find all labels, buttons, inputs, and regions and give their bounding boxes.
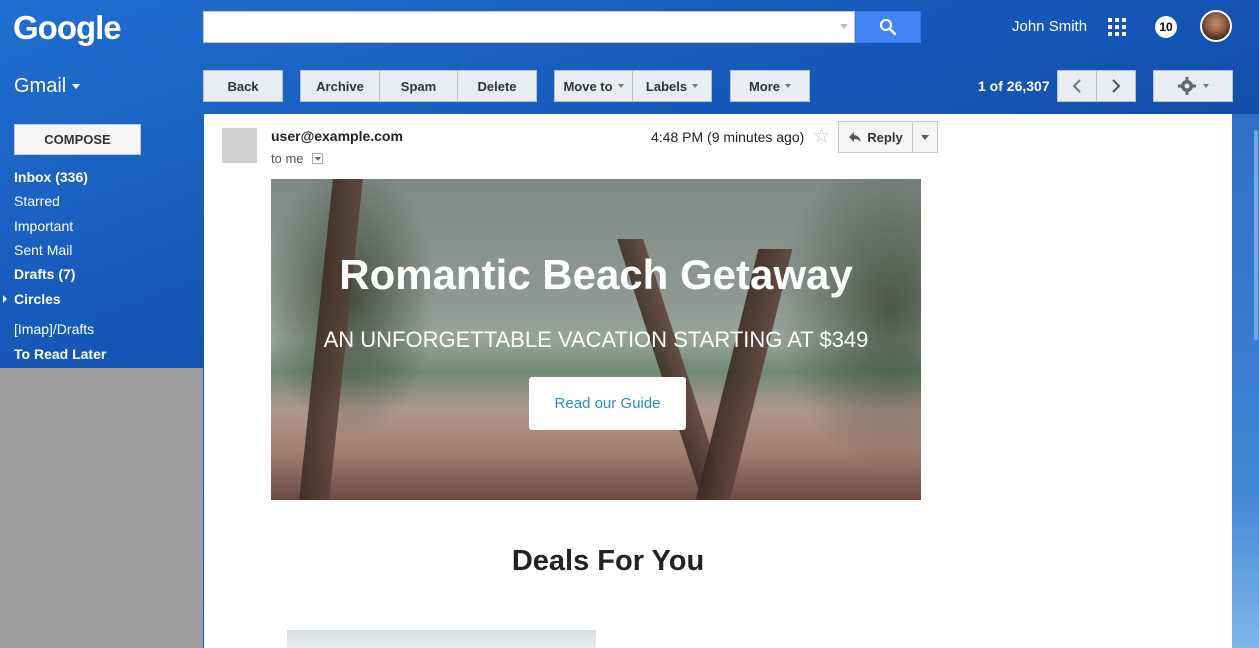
reply-button[interactable]: Reply <box>838 121 913 153</box>
sidebar-item-to-read-later[interactable]: To Read Later <box>14 346 106 362</box>
chevron-down-icon <box>785 84 792 88</box>
gear-icon <box>1178 77 1196 95</box>
spam-button[interactable]: Spam <box>379 70 458 102</box>
sidebar-empty-area <box>0 368 203 648</box>
chevron-down-icon <box>314 156 321 161</box>
expand-arrow-icon[interactable] <box>3 295 7 303</box>
back-button[interactable]: Back <box>203 70 283 102</box>
reply-icon <box>849 132 862 142</box>
paging-count: 1 of 26,307 <box>978 78 1050 94</box>
chevron-down-icon <box>921 134 929 140</box>
move-to-button[interactable]: Move to <box>554 70 633 102</box>
sender-address[interactable]: user@example.com <box>271 128 403 144</box>
chevron-down-icon <box>72 84 81 90</box>
scrollbar-thumb[interactable] <box>1254 130 1258 340</box>
sender-avatar <box>222 128 257 163</box>
more-label: More <box>748 78 781 94</box>
hero-subtitle: AN UNFORGETTABLE VACATION STARTING AT $3… <box>323 327 869 352</box>
more-button[interactable]: More <box>730 70 810 102</box>
chevron-right-icon <box>1112 79 1121 93</box>
show-details-button[interactable] <box>312 153 323 164</box>
delete-button[interactable]: Delete <box>457 70 537 102</box>
chevron-down-icon <box>617 84 624 88</box>
reply-label: Reply <box>867 129 903 145</box>
read-guide-button[interactable]: Read our Guide <box>529 377 686 430</box>
chevron-down-icon <box>692 84 699 88</box>
message-time: 4:48 PM (9 minutes ago) <box>651 129 805 145</box>
search-button[interactable] <box>855 11 921 43</box>
top-bar: Google John Smith 10 <box>0 0 1259 58</box>
chevron-down-icon <box>1203 84 1209 88</box>
star-icon[interactable]: ☆ <box>813 125 830 148</box>
settings-button[interactable] <box>1153 70 1233 102</box>
search-icon <box>879 18 897 36</box>
gmail-app-menu[interactable]: Gmail <box>14 75 81 98</box>
search-input[interactable] <box>203 11 855 43</box>
sidebar-item-imap-drafts[interactable]: [Imap]/Drafts <box>14 321 94 337</box>
avatar[interactable] <box>1200 10 1232 42</box>
google-logo[interactable]: Google <box>13 9 122 47</box>
apps-grid-icon[interactable] <box>1108 18 1126 36</box>
notification-badge[interactable]: 10 <box>1155 16 1177 38</box>
sidebar-item-drafts[interactable]: Drafts (7) <box>14 266 75 282</box>
sidebar-item-sent-mail[interactable]: Sent Mail <box>14 242 72 258</box>
chevron-left-icon <box>1072 79 1081 93</box>
older-button[interactable] <box>1096 70 1136 102</box>
hero-title: Romantic Beach Getaway <box>339 251 853 298</box>
move-to-label: Move to <box>563 78 613 94</box>
newer-button[interactable] <box>1057 70 1097 102</box>
recipient-label: to me <box>271 151 304 166</box>
deal-image[interactable] <box>287 630 596 648</box>
user-name[interactable]: John Smith <box>1012 18 1087 35</box>
reply-more-button[interactable] <box>912 121 938 153</box>
section-title: Deals For You <box>511 545 705 577</box>
archive-button[interactable]: Archive <box>300 70 380 102</box>
labels-label: Labels <box>645 78 688 94</box>
gmail-label: Gmail <box>14 75 67 97</box>
sidebar-item-starred[interactable]: Starred <box>14 193 60 209</box>
sidebar-item-inbox[interactable]: Inbox (336) <box>14 169 88 185</box>
compose-button[interactable]: COMPOSE <box>14 124 141 155</box>
sidebar-item-circles[interactable]: Circles <box>14 291 61 307</box>
sidebar-item-important[interactable]: Important <box>14 218 73 234</box>
hero-banner: Romantic Beach Getaway AN UNFORGETTABLE … <box>271 179 921 500</box>
labels-button[interactable]: Labels <box>632 70 712 102</box>
search-dropdown-icon[interactable] <box>840 24 848 29</box>
